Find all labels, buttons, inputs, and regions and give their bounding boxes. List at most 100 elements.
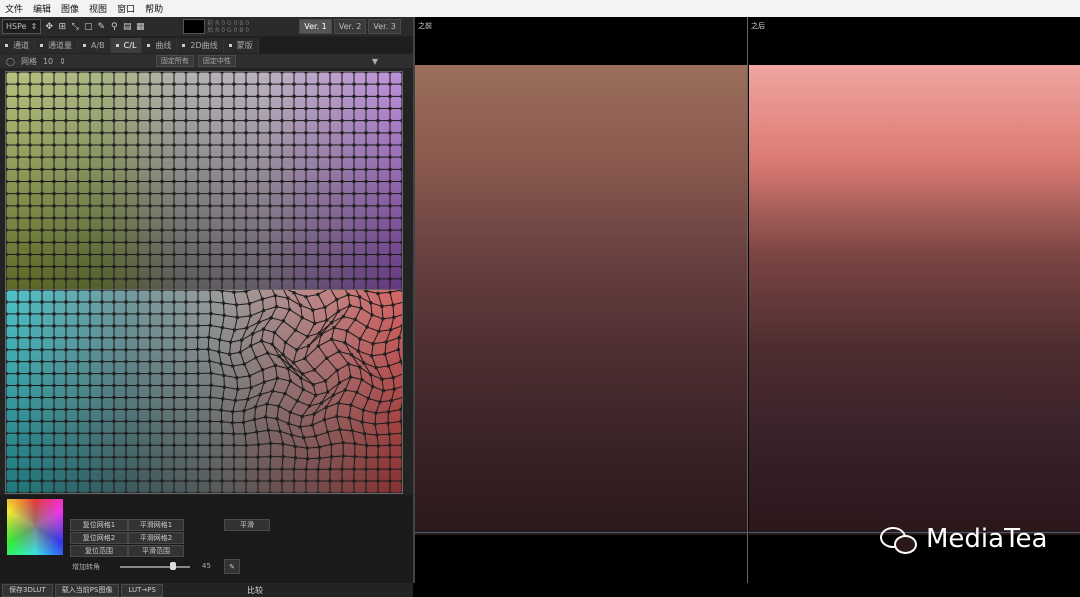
grid-node[interactable]	[359, 306, 363, 310]
grid-node[interactable]	[52, 143, 56, 147]
grid-node[interactable]	[220, 290, 224, 293]
grid-node[interactable]	[136, 419, 140, 424]
grid-node[interactable]	[230, 409, 235, 414]
grid-node[interactable]	[329, 454, 334, 459]
grid-node[interactable]	[388, 118, 392, 123]
grid-node[interactable]	[340, 204, 344, 208]
grid-node[interactable]	[124, 347, 128, 352]
grid-node[interactable]	[196, 216, 200, 220]
grid-node[interactable]	[260, 297, 265, 301]
grid-node[interactable]	[16, 324, 20, 328]
grid-node[interactable]	[100, 252, 104, 257]
grid-node[interactable]	[257, 320, 261, 324]
grid-node[interactable]	[400, 143, 402, 147]
grid-node[interactable]	[64, 277, 68, 281]
grid-node[interactable]	[6, 179, 8, 184]
grid-node[interactable]	[184, 228, 188, 232]
grid-node[interactable]	[369, 353, 374, 358]
grid-node[interactable]	[40, 479, 44, 483]
grid-node[interactable]	[292, 479, 296, 483]
grid-node[interactable]	[28, 72, 32, 74]
grid-node[interactable]	[6, 359, 8, 364]
grid-node[interactable]	[292, 240, 296, 245]
grid-node[interactable]	[52, 324, 56, 328]
grid-node[interactable]	[249, 385, 253, 390]
grid-node[interactable]	[281, 442, 285, 446]
grid-node[interactable]	[306, 344, 311, 348]
grid-node[interactable]	[239, 338, 244, 342]
grid-node[interactable]	[172, 479, 176, 483]
grid-node[interactable]	[112, 431, 116, 436]
grid-node[interactable]	[100, 264, 104, 269]
grid-node[interactable]	[250, 332, 255, 336]
grid-node[interactable]	[172, 179, 176, 184]
grid-node[interactable]	[172, 252, 176, 257]
grid-node[interactable]	[328, 277, 332, 281]
grid-node[interactable]	[64, 491, 68, 493]
grid-node[interactable]	[322, 417, 327, 422]
grid-node[interactable]	[329, 320, 334, 325]
grid-node[interactable]	[100, 82, 104, 86]
grid-node[interactable]	[349, 403, 353, 407]
grid-node[interactable]	[16, 118, 20, 123]
grid-node[interactable]	[196, 395, 200, 400]
grid-node[interactable]	[352, 143, 356, 147]
grid-node[interactable]	[76, 479, 80, 483]
grid-node[interactable]	[16, 131, 20, 135]
grid-node[interactable]	[148, 347, 152, 352]
grid-node[interactable]	[376, 143, 380, 147]
grid-node[interactable]	[196, 191, 200, 196]
grid-node[interactable]	[16, 94, 20, 99]
grid-node[interactable]	[387, 432, 392, 436]
grid-node[interactable]	[280, 467, 284, 471]
grid-node[interactable]	[124, 191, 128, 196]
grid-node[interactable]	[100, 347, 104, 352]
fix-all-button[interactable]: 固定所有	[155, 55, 194, 67]
grid-node[interactable]	[280, 191, 284, 196]
grid-node[interactable]	[88, 324, 92, 328]
grid-node[interactable]	[280, 204, 284, 208]
grid-node[interactable]	[206, 347, 211, 352]
grid-node[interactable]	[28, 455, 32, 459]
grid-node[interactable]	[280, 82, 284, 86]
grid-node[interactable]	[208, 118, 212, 123]
grid-node[interactable]	[184, 347, 188, 352]
grid-node[interactable]	[124, 383, 128, 388]
grid-node[interactable]	[376, 264, 380, 269]
grid-node[interactable]	[352, 479, 356, 483]
grid-node[interactable]	[244, 94, 248, 99]
grid-node[interactable]	[172, 204, 176, 208]
grid-node[interactable]	[400, 228, 402, 232]
grid-node[interactable]	[232, 240, 236, 245]
grid-node[interactable]	[6, 335, 8, 340]
grid-node[interactable]	[196, 431, 200, 436]
grid-node[interactable]	[364, 167, 368, 172]
grid-node[interactable]	[244, 326, 249, 330]
grid-node[interactable]	[232, 179, 236, 184]
grid-node[interactable]	[323, 379, 328, 383]
grid-node[interactable]	[136, 106, 140, 111]
grid-node[interactable]	[196, 479, 200, 483]
picker-icon[interactable]: ✎	[96, 22, 106, 32]
grid-node[interactable]	[328, 167, 332, 172]
grid-node[interactable]	[52, 240, 56, 245]
grid-node[interactable]	[232, 290, 236, 294]
eyedropper-icon[interactable]: ✎	[224, 559, 240, 574]
grid-node[interactable]	[304, 167, 308, 172]
grid-node[interactable]	[316, 82, 320, 86]
grid-node[interactable]	[269, 316, 273, 320]
grid-node[interactable]	[377, 329, 381, 334]
grid-node[interactable]	[40, 455, 44, 459]
grid-node[interactable]	[100, 407, 104, 412]
grid-node[interactable]	[337, 380, 342, 385]
reset-range-button[interactable]: 复位范围	[70, 545, 128, 557]
grid-node[interactable]	[6, 72, 8, 74]
grid-node[interactable]	[6, 167, 8, 172]
grid-node[interactable]	[6, 443, 8, 448]
grid-node[interactable]	[52, 216, 56, 220]
grid-node[interactable]	[400, 94, 402, 99]
grid-node[interactable]	[64, 179, 68, 184]
grid-node[interactable]	[112, 252, 116, 257]
grid-node[interactable]	[64, 443, 68, 448]
grid-node[interactable]	[220, 191, 224, 196]
